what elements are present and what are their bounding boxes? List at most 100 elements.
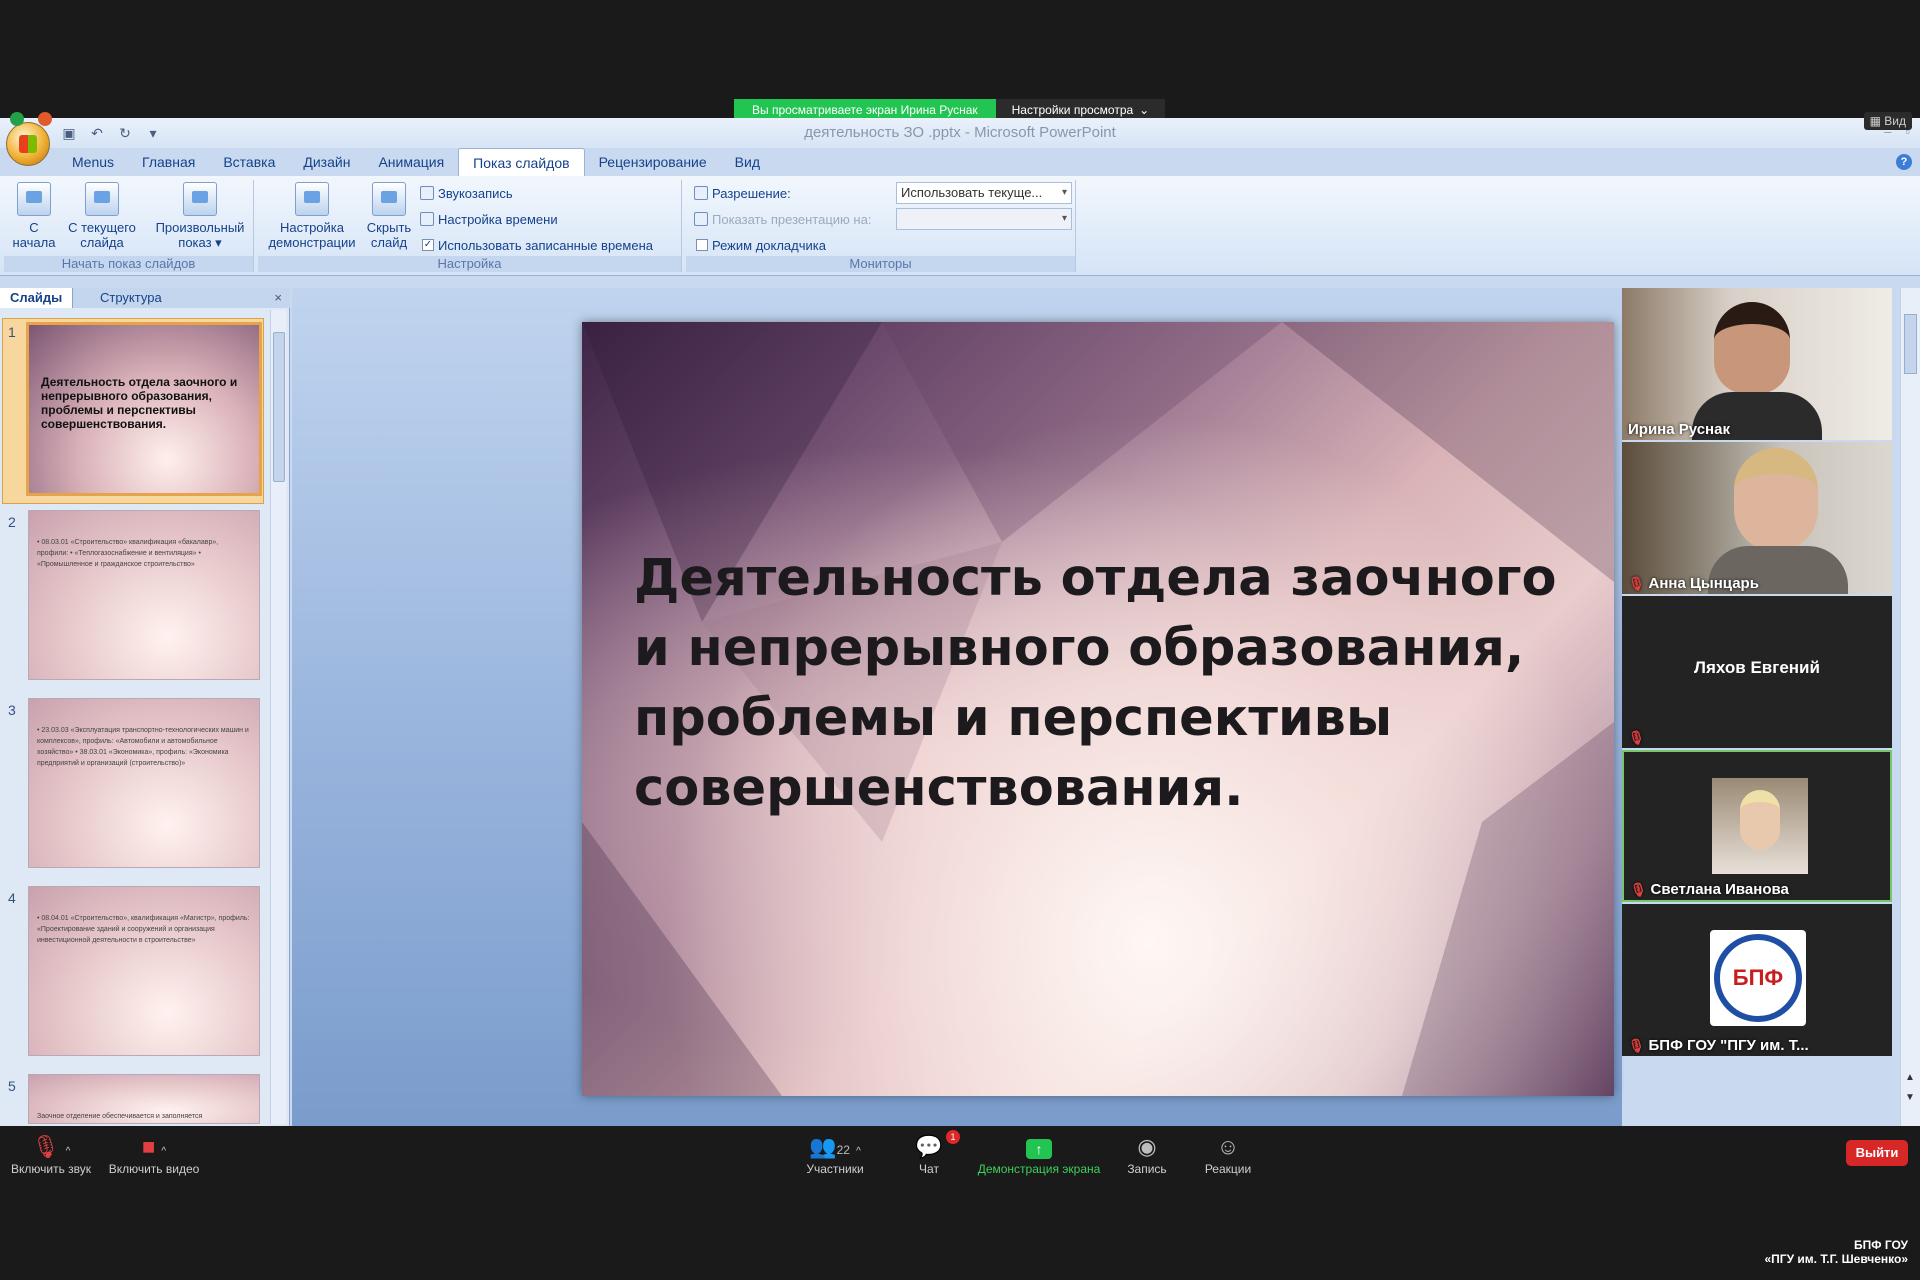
redo-icon[interactable]: ↻	[116, 124, 134, 142]
ribbon: С начала С текущего слайда Произвольный …	[0, 176, 1920, 276]
scrollbar-thumb[interactable]	[273, 332, 285, 482]
slide-thumbnail-1[interactable]: Деятельность отдела заочного и непрерывн…	[26, 322, 262, 496]
scroll-down-icon[interactable]: ▼	[1905, 1092, 1915, 1103]
meeting-controls: 🎙 ^ Включить звук ■ ^ Включить видео 👥22…	[0, 1126, 1920, 1196]
shield-icon	[10, 112, 24, 126]
thumbnail-number: 3	[8, 702, 16, 718]
watermark: БПФ ГОУ «ПГУ им. Т.Г. Шевченко»	[1765, 1238, 1909, 1266]
thumbnail-number: 2	[8, 514, 16, 530]
record-button[interactable]: ◉ Запись	[1122, 1132, 1172, 1176]
scrollbar-thumb[interactable]	[1904, 314, 1917, 374]
group-setup: Настройка демонстрации Скрыть слайд Звук…	[258, 180, 682, 272]
slide-title: Деятельность отдела заочного и непрерывн…	[634, 549, 1557, 818]
chat-label: Чат	[919, 1162, 939, 1176]
pane-tabs: Слайды Структура ×	[0, 288, 290, 308]
hide-slide-label-2: слайд	[370, 235, 408, 250]
participant-name-center: Ляхов Евгений	[1694, 658, 1820, 677]
custom-show-label-1: Произвольный	[155, 220, 245, 235]
resolution-select[interactable]: Использовать текуще...	[896, 182, 1072, 204]
slide-thumbnail-2[interactable]: • 08.03.01 «Строительство» квалификация …	[28, 510, 260, 680]
show-on-select[interactable]	[896, 208, 1072, 230]
tab-design[interactable]: Дизайн	[289, 148, 364, 176]
help-icon[interactable]: ?	[1896, 154, 1912, 170]
from-beginning-label: С начала	[12, 220, 56, 250]
save-icon[interactable]: ▣	[60, 124, 78, 142]
participants-button[interactable]: 👥22 ^ Участники	[790, 1132, 880, 1176]
share-screen-button[interactable]: ↑ Демонстрация экрана	[974, 1132, 1104, 1176]
leave-button[interactable]: Выйти	[1846, 1140, 1908, 1166]
tab-review[interactable]: Рецензирование	[585, 148, 721, 176]
start-video-button[interactable]: ■ ^ Включить видео	[106, 1132, 202, 1176]
reactions-label: Реакции	[1204, 1162, 1252, 1176]
office-button[interactable]	[6, 122, 50, 166]
chevron-up-icon[interactable]: ^	[66, 1146, 71, 1157]
ribbon-tabs: Menus Главная Вставка Дизайн Анимация По…	[58, 148, 774, 176]
alert-icon	[38, 112, 52, 126]
mic-muted-icon: 🎙	[1628, 730, 1645, 745]
resolution-label: Разрешение:	[712, 185, 791, 201]
slide-thumbnail-5[interactable]: Заочное отделение обеспечивается и запол…	[28, 1074, 260, 1124]
editor-scrollbar[interactable]: ▲ ▼	[1900, 288, 1920, 1126]
watermark-line-2: «ПГУ им. Т.Г. Шевченко»	[1764, 1252, 1909, 1266]
play-slide-icon	[17, 182, 51, 216]
participant-tile[interactable]: БПФ 🎙 БПФ ГОУ "ПГУ им. Т...	[1622, 904, 1892, 1056]
participant-name: 🎙	[1628, 730, 1645, 746]
undo-icon[interactable]: ↶	[88, 124, 106, 142]
participant-name-text: Ирина Руснак	[1628, 421, 1730, 438]
current-slide[interactable]: Деятельность отдела заочного и непрерывн…	[582, 322, 1614, 1096]
reactions-icon: ☺	[1216, 1134, 1240, 1159]
slide-thumbnail-3[interactable]: • 23.03.03 «Эксплуатация транспортно-тех…	[28, 698, 260, 868]
close-icon[interactable]: ×	[274, 290, 282, 305]
custom-show-button[interactable]: Произвольный показ ▾	[148, 182, 252, 250]
slide-thumbnail-4[interactable]: • 08.04.01 «Строительство», квалификация…	[28, 886, 260, 1056]
tab-slide-show[interactable]: Показ слайдов	[458, 148, 585, 176]
microphone-icon	[420, 186, 434, 200]
thumbnail-number: 5	[8, 1078, 16, 1094]
thumbnail-title: Деятельность отдела заочного и непрерывн…	[41, 375, 238, 431]
presenter-view-checkbox[interactable]: Режим докладчика	[696, 234, 826, 256]
avatar: БПФ	[1710, 930, 1806, 1026]
participant-tile[interactable]: Ирина Руснак	[1622, 288, 1892, 440]
participants-icon: 👥22 ^	[809, 1134, 861, 1159]
participant-tile[interactable]: 🎙 Анна Цынцарь	[1622, 442, 1892, 594]
participants-label: Участники	[806, 1162, 864, 1176]
unmute-label: Включить звук	[10, 1162, 92, 1176]
from-current-label-2: слайда	[80, 235, 124, 250]
chat-button[interactable]: 💬 1 Чат	[904, 1130, 960, 1176]
use-timings-checkbox[interactable]: ✓ Использовать записанные времена	[422, 234, 653, 256]
rehearse-timings-button[interactable]: Настройка времени	[420, 208, 558, 230]
tab-home[interactable]: Главная	[128, 148, 209, 176]
pane-scrollbar[interactable]	[270, 310, 286, 1124]
tab-menus[interactable]: Menus	[58, 148, 128, 176]
setup-show-button[interactable]: Настройка демонстрации	[264, 182, 360, 250]
tab-insert[interactable]: Вставка	[209, 148, 289, 176]
participants-count: 22	[836, 1143, 850, 1157]
participant-tile[interactable]: Ляхов Евгений 🎙	[1622, 596, 1892, 748]
reactions-button[interactable]: ☺ Реакции	[1198, 1132, 1258, 1176]
record-narration-button[interactable]: Звукозапись	[420, 182, 513, 204]
record-icon: ◉	[1137, 1134, 1157, 1159]
view-button[interactable]: ▦ Вид	[1863, 112, 1912, 130]
chevron-up-icon[interactable]: ^	[856, 1146, 861, 1157]
chat-icon: 💬 1	[904, 1130, 960, 1162]
tab-view[interactable]: Вид	[721, 148, 774, 176]
thumbnail-text: • 08.04.01 «Строительство», квалификация…	[37, 915, 250, 944]
share-screen-label: Демонстрация экрана	[977, 1162, 1101, 1176]
participant-name-text: БПФ ГОУ "ПГУ им. Т...	[1648, 1037, 1809, 1054]
unmute-button[interactable]: 🎙 ^ Включить звук	[8, 1132, 94, 1176]
tab-outline[interactable]: Структура	[90, 288, 172, 308]
from-beginning-button[interactable]: С начала	[10, 182, 58, 250]
participant-tile[interactable]: 🎙 Светлана Иванова	[1622, 750, 1892, 902]
thumbnail-text: • 08.03.01 «Строительство» квалификация …	[37, 539, 219, 568]
person-image	[1734, 448, 1818, 552]
from-current-button[interactable]: С текущего слайда	[62, 182, 142, 250]
hide-slide-button[interactable]: Скрыть слайд	[362, 182, 416, 250]
scroll-up-icon[interactable]: ▲	[1905, 1072, 1915, 1083]
participant-name: 🎙 Анна Цынцарь	[1628, 575, 1759, 592]
chevron-up-icon[interactable]: ^	[161, 1146, 166, 1157]
resolution-row: Разрешение:	[694, 182, 791, 204]
tab-animation[interactable]: Анимация	[364, 148, 458, 176]
customize-toolbar-icon[interactable]: ▾	[144, 124, 162, 142]
tab-slides[interactable]: Слайды	[0, 288, 74, 308]
participant-name: Ирина Руснак	[1628, 421, 1730, 438]
